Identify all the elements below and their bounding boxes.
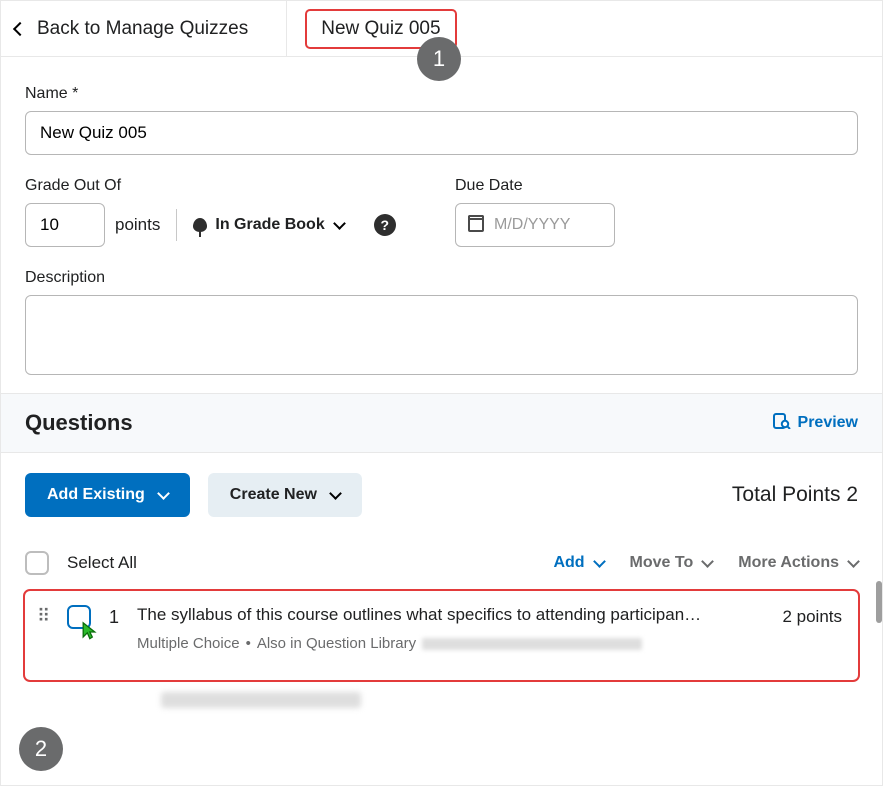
callout-1: 1 — [417, 37, 461, 81]
add-menu-label: Add — [553, 554, 584, 572]
chevron-left-icon — [13, 21, 27, 35]
drag-handle-icon[interactable]: ⠿ — [37, 609, 49, 623]
select-all-label: Select All — [67, 553, 137, 573]
description-input[interactable] — [25, 295, 858, 375]
scrollbar[interactable] — [876, 581, 882, 623]
due-date-label: Due Date — [455, 177, 858, 195]
add-menu[interactable]: Add — [553, 554, 603, 572]
create-new-label: Create New — [230, 486, 317, 504]
chevron-down-icon — [593, 555, 606, 568]
grade-label: Grade Out Of — [25, 177, 455, 195]
name-label: Name * — [25, 85, 858, 103]
chevron-down-icon — [333, 217, 346, 230]
add-existing-label: Add Existing — [47, 486, 145, 504]
help-icon[interactable]: ? — [374, 214, 396, 236]
total-points: Total Points 2 — [732, 483, 858, 507]
name-input[interactable] — [25, 111, 858, 155]
add-existing-button[interactable]: Add Existing — [25, 473, 190, 517]
calendar-icon — [468, 218, 484, 232]
question-row[interactable]: ⠿ 1 The syllabus of this course outlines… — [23, 589, 860, 682]
pin-icon — [193, 218, 207, 232]
question-also-in: Also in Question Library — [257, 635, 416, 652]
description-label: Description — [25, 269, 858, 287]
points-input[interactable] — [25, 203, 105, 247]
points-suffix: points — [115, 215, 160, 235]
redacted-text — [161, 692, 361, 708]
move-to-label: Move To — [630, 554, 694, 572]
questions-heading: Questions — [25, 410, 133, 436]
question-number: 1 — [109, 607, 119, 628]
question-points: 2 points — [782, 607, 842, 627]
chevron-down-icon — [847, 555, 860, 568]
more-actions-label: More Actions — [738, 554, 839, 572]
question-title: The syllabus of this course outlines wha… — [137, 605, 764, 625]
create-new-button[interactable]: Create New — [208, 473, 362, 517]
gradebook-dropdown[interactable]: In Grade Book — [193, 216, 343, 234]
callout-2: 2 — [19, 727, 63, 771]
move-to-menu[interactable]: Move To — [630, 554, 713, 572]
preview-label: Preview — [798, 414, 858, 432]
chevron-down-icon — [157, 487, 170, 500]
more-actions-menu[interactable]: More Actions — [738, 554, 858, 572]
gradebook-label: In Grade Book — [215, 216, 324, 234]
chevron-down-icon — [329, 487, 342, 500]
question-checkbox[interactable] — [67, 605, 91, 629]
due-date-placeholder: M/D/YYYY — [494, 216, 570, 234]
divider — [176, 209, 177, 241]
question-type: Multiple Choice — [137, 635, 240, 652]
back-label: Back to Manage Quizzes — [37, 18, 248, 40]
select-all-checkbox[interactable] — [25, 551, 49, 575]
preview-icon — [773, 413, 791, 434]
chevron-down-icon — [701, 555, 714, 568]
redacted-text — [422, 638, 642, 650]
preview-link[interactable]: Preview — [773, 413, 858, 434]
due-date-input[interactable]: M/D/YYYY — [455, 203, 615, 247]
back-to-manage-link[interactable]: Back to Manage Quizzes — [15, 1, 268, 56]
